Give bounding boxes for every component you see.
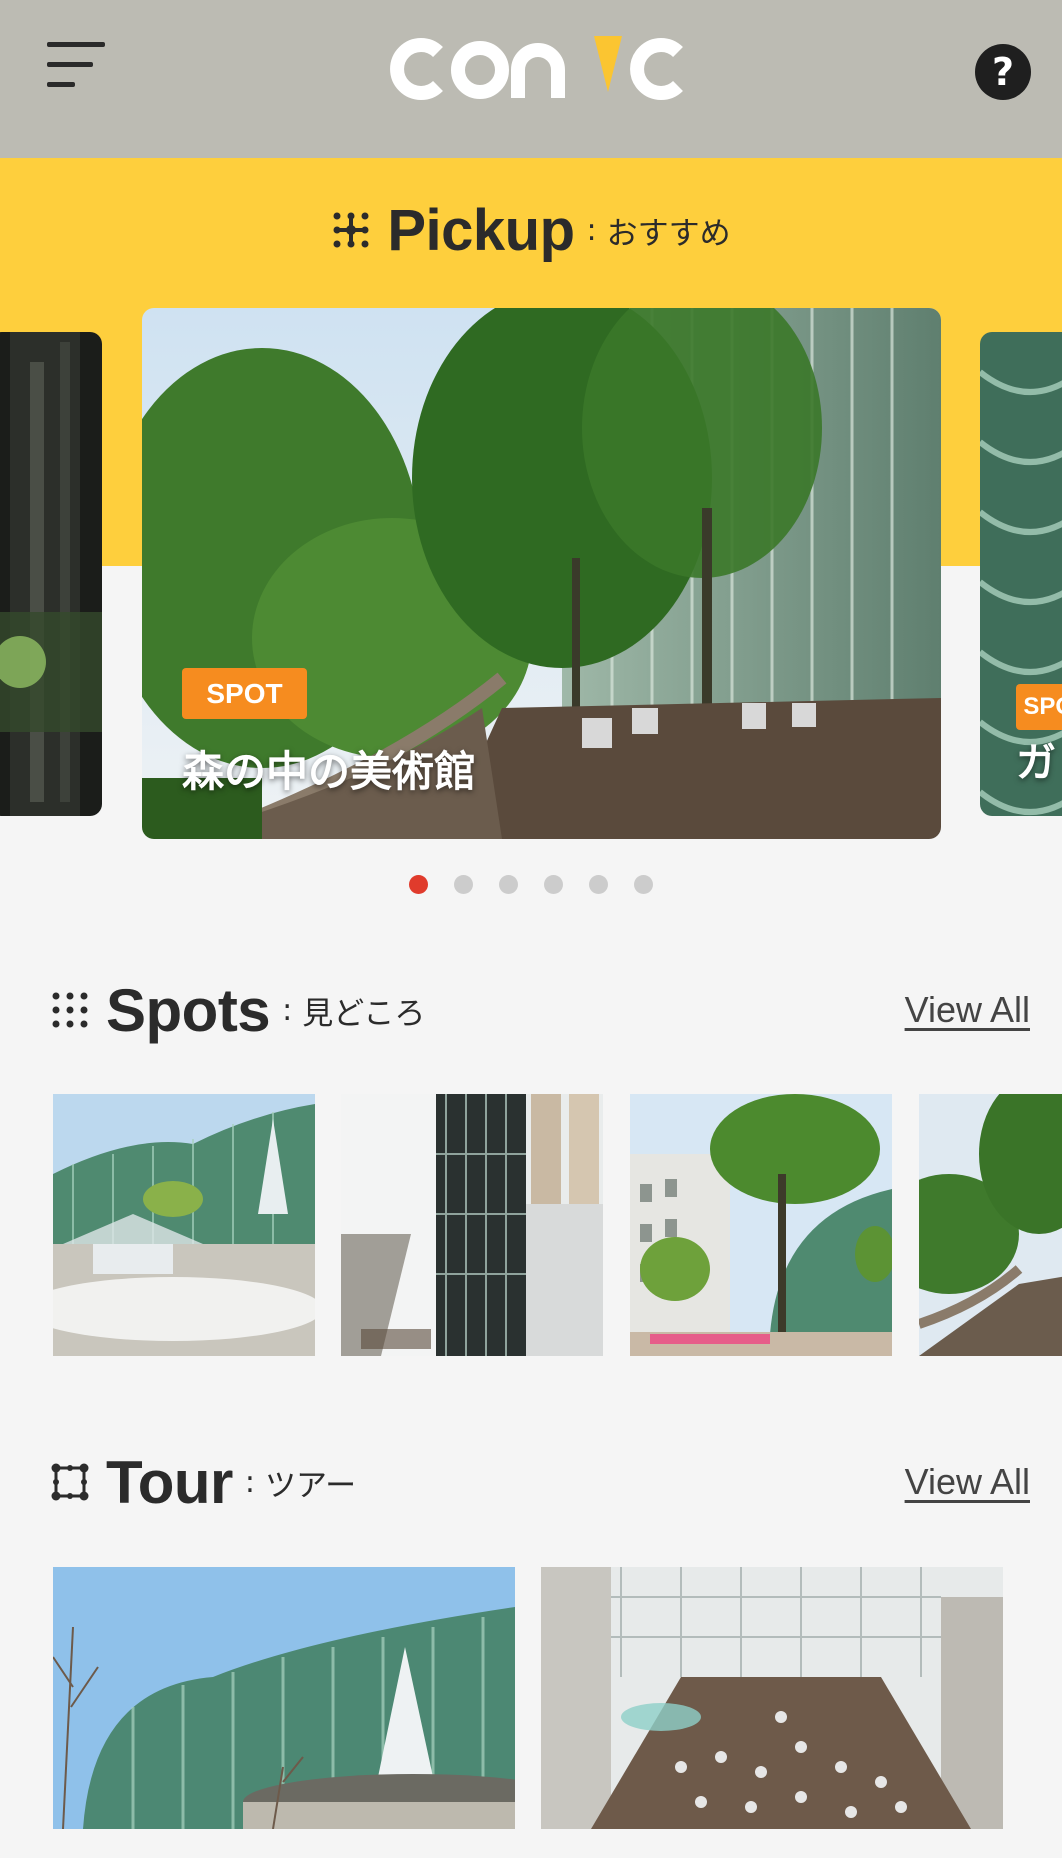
spots-title-colon: : xyxy=(282,992,293,1028)
tour-title: Tour xyxy=(106,1448,233,1516)
spots-section-header: Spots : 見どころ View All xyxy=(50,970,1030,1050)
tour-subtitle: ツアー xyxy=(264,1467,357,1504)
pagination-dot-2[interactable] xyxy=(454,875,473,894)
pickup-title-colon: : xyxy=(586,212,597,248)
conic-logo[interactable] xyxy=(386,34,696,100)
app-header: ? xyxy=(0,0,1062,158)
pickup-title: Pickup xyxy=(387,197,575,263)
pagination-dot-3[interactable] xyxy=(499,875,518,894)
spots-title: Spots xyxy=(106,976,271,1044)
spots-view-all-link[interactable]: View All xyxy=(905,989,1030,1031)
spot-thumbnail[interactable] xyxy=(919,1094,1062,1356)
slide-spot-badge: SPOT xyxy=(182,668,307,719)
spot-image xyxy=(630,1094,892,1356)
pickup-subtitle: おすすめ xyxy=(606,215,731,252)
spot-image xyxy=(53,1094,315,1356)
pagination-dot-5[interactable] xyxy=(589,875,608,894)
dot-grid-icon xyxy=(52,992,88,1028)
pickup-slide-next[interactable]: SPOT ガ xyxy=(980,332,1062,816)
tour-card[interactable] xyxy=(541,1567,1003,1829)
tour-image xyxy=(53,1567,515,1829)
tour-image xyxy=(541,1567,1003,1829)
slide-title: 森の中の美術館 xyxy=(182,747,477,796)
spots-subtitle: 見どころ xyxy=(302,995,426,1032)
tour-title-colon: : xyxy=(244,1464,255,1500)
slide-image xyxy=(0,332,102,816)
pagination-dot-4[interactable] xyxy=(544,875,563,894)
spot-image xyxy=(341,1094,603,1356)
dot-frame-icon xyxy=(51,1463,89,1501)
slide-title: ガ xyxy=(1016,740,1056,786)
spot-thumbnail[interactable] xyxy=(630,1094,892,1356)
tour-view-all-link[interactable]: View All xyxy=(905,1461,1030,1503)
pagination-dot-1[interactable] xyxy=(409,875,428,894)
tour-section-header: Tour : ツアー View All xyxy=(50,1442,1030,1522)
slide-spot-badge: SPOT xyxy=(1016,684,1062,730)
help-question-icon[interactable]: ? xyxy=(975,44,1031,100)
dots-cross-icon xyxy=(333,212,369,248)
pagination-dot-6[interactable] xyxy=(634,875,653,894)
pickup-slide-previous[interactable] xyxy=(0,332,102,816)
carousel-pagination xyxy=(0,875,1062,894)
spot-thumbnail[interactable] xyxy=(341,1094,603,1356)
spot-image xyxy=(919,1094,1062,1356)
pickup-section-title: Pickup : おすすめ xyxy=(0,190,1062,270)
spot-thumbnail[interactable] xyxy=(53,1094,315,1356)
tour-card[interactable] xyxy=(53,1567,515,1829)
pickup-slide-active[interactable]: SPOT 森の中の美術館 xyxy=(142,308,941,839)
hamburger-menu-icon[interactable] xyxy=(47,40,107,90)
